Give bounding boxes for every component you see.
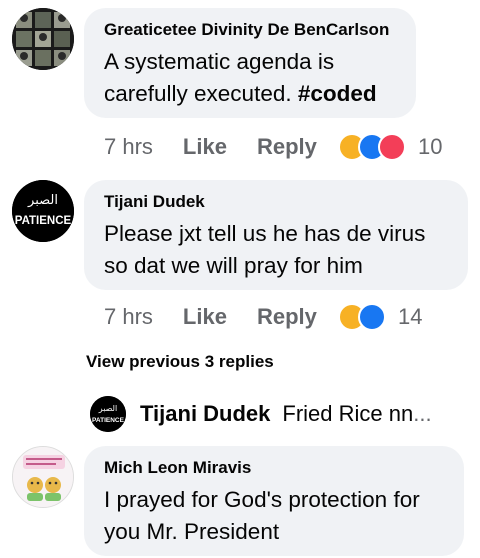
reaction-count: 14: [398, 304, 423, 329]
avatar-greaticetee[interactable]: [12, 8, 74, 70]
comment-body: I prayed for God's protection for you Mr…: [104, 487, 420, 544]
reply-avatar[interactable]: الصبر PATIENCE: [90, 396, 126, 432]
comment-actions: 7 hrs Like Reply: [104, 300, 317, 334]
comment-author[interactable]: Tijani Dudek: [104, 192, 448, 212]
reply-snippet: Fried Rice nn...: [282, 401, 431, 427]
avatar-arabic-text: الصبر: [98, 404, 117, 413]
comment-author[interactable]: Greaticetee Divinity De BenCarlson: [104, 20, 396, 40]
love-reaction-icon: [378, 133, 406, 161]
patience-logo-avatar-icon: الصبر PATIENCE: [90, 396, 126, 432]
comment-text: A systematic agenda is carefully execute…: [104, 46, 396, 110]
reactions-summary[interactable]: 10: [338, 130, 442, 164]
hashtag-link[interactable]: #coded: [298, 81, 377, 106]
avatar-word-text: PATIENCE: [15, 215, 72, 227]
avatar-word-text: PATIENCE: [92, 417, 125, 424]
grid-photo-avatar-icon: [12, 8, 74, 70]
view-previous-replies-link[interactable]: View previous 3 replies: [86, 352, 274, 372]
reply-snippet-text: Fried Rice nn: [282, 401, 414, 426]
avatar-arabic-text: الصبر: [27, 193, 58, 208]
reply-preview[interactable]: الصبر PATIENCE Tijani Dudek Fried Rice n…: [90, 395, 432, 433]
reactions-summary[interactable]: 14: [338, 300, 422, 334]
avatar-tijani[interactable]: الصبر PATIENCE: [12, 180, 74, 242]
reply-button[interactable]: Reply: [257, 304, 317, 330]
like-button[interactable]: Like: [183, 304, 227, 330]
like-button[interactable]: Like: [183, 134, 227, 160]
reaction-count: 10: [418, 134, 443, 159]
comment-bubble: Tijani Dudek Please jxt tell us he has d…: [84, 180, 468, 290]
avatar-mich[interactable]: [12, 446, 74, 508]
reply-author[interactable]: Tijani Dudek: [140, 401, 270, 427]
comment-author[interactable]: Mich Leon Miravis: [104, 458, 444, 478]
cartoon-card-avatar-icon: [13, 447, 73, 507]
like-reaction-icon: [358, 303, 386, 331]
comment-bubble: Greaticetee Divinity De BenCarlson A sys…: [84, 8, 416, 118]
patience-logo-avatar-icon: الصبر PATIENCE: [12, 180, 74, 242]
comment-bubble: Mich Leon Miravis I prayed for God's pro…: [84, 446, 464, 556]
timestamp[interactable]: 7 hrs: [104, 304, 153, 330]
comment-actions: 7 hrs Like Reply: [104, 130, 317, 164]
reply-button[interactable]: Reply: [257, 134, 317, 160]
timestamp[interactable]: 7 hrs: [104, 134, 153, 160]
comment-body: Please jxt tell us he has de virus so da…: [104, 221, 426, 278]
reply-ellipsis: ...: [413, 401, 432, 426]
